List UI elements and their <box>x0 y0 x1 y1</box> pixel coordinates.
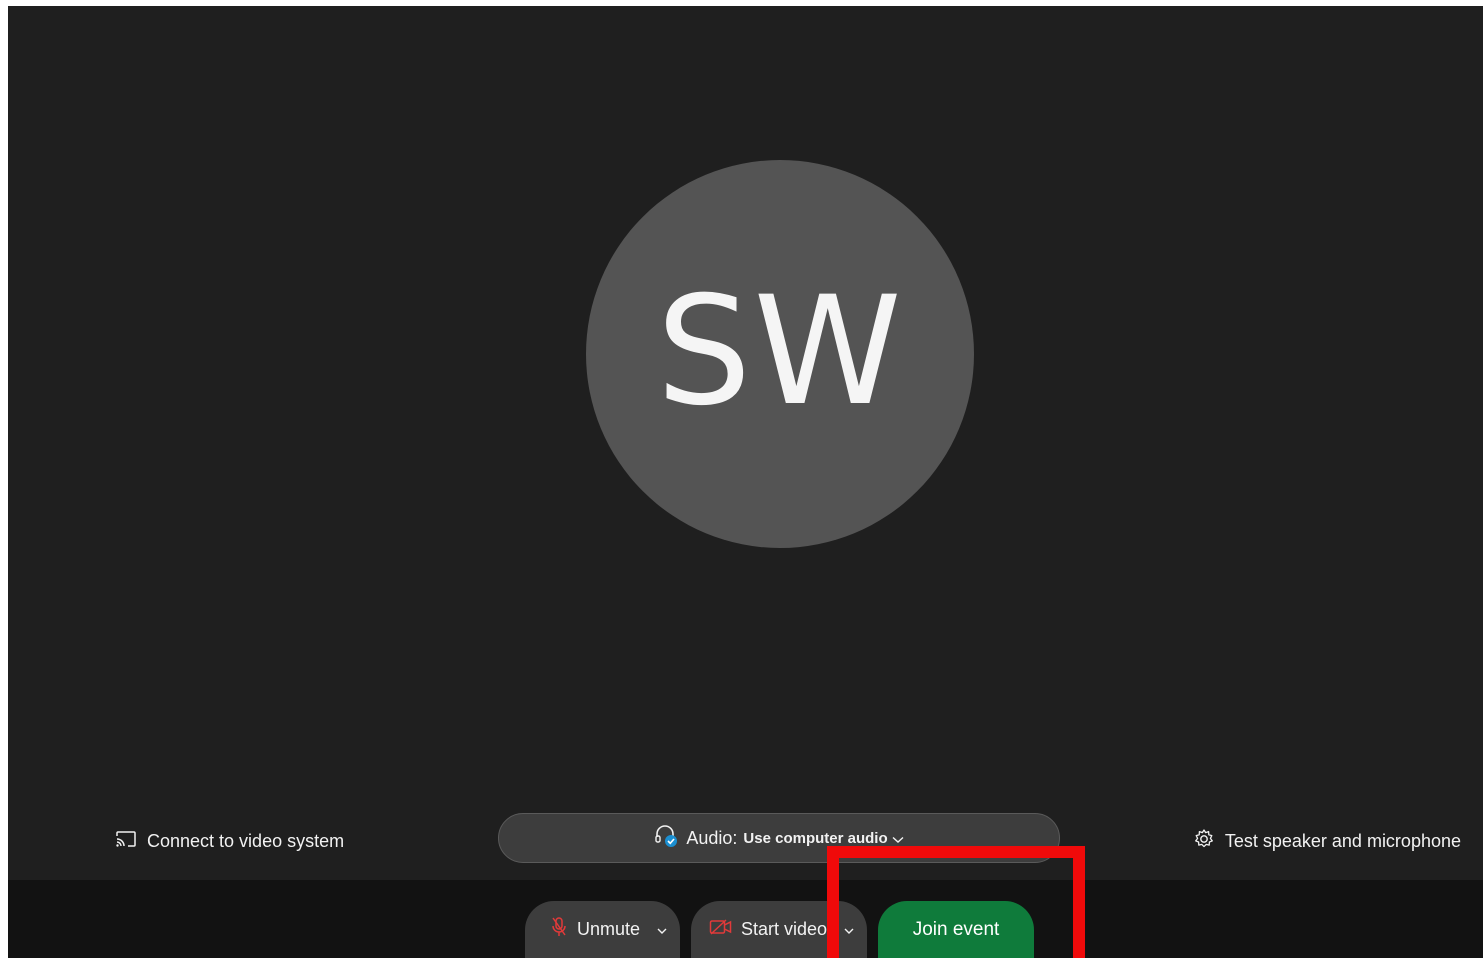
camera-off-icon <box>709 918 733 941</box>
meeting-preview: SW Connect to video system Audio: Use co… <box>8 6 1483 958</box>
connect-video-system-label: Connect to video system <box>147 830 345 851</box>
chevron-down-icon <box>844 919 854 940</box>
audio-value: Use computer audio <box>743 829 888 847</box>
join-event-button[interactable]: Join event <box>878 901 1034 958</box>
test-speaker-microphone-label: Test speaker and microphone <box>1224 830 1461 851</box>
audio-label: Audio: <box>686 827 738 848</box>
connect-video-system-link[interactable]: Connect to video system <box>115 828 344 854</box>
video-control: Start video <box>691 901 867 958</box>
unmute-control: Unmute <box>525 901 680 958</box>
unmute-label: Unmute <box>577 919 641 939</box>
test-speaker-microphone-link[interactable]: Test speaker and microphone <box>1193 828 1461 854</box>
chevron-down-icon <box>892 828 904 849</box>
start-video-label: Start video <box>741 919 828 939</box>
microphone-muted-icon <box>551 916 567 943</box>
start-video-button[interactable]: Start video <box>691 901 827 958</box>
avatar: SW <box>586 160 974 548</box>
audio-selector[interactable]: Audio: Use computer audio <box>498 813 1060 863</box>
avatar-initials: SW <box>656 265 904 439</box>
chevron-down-icon <box>657 919 667 940</box>
microphone-options-dropdown[interactable] <box>652 901 672 958</box>
gear-icon <box>1193 828 1215 855</box>
cast-icon <box>115 830 137 853</box>
video-options-dropdown[interactable] <box>839 901 859 958</box>
headset-check-icon <box>654 824 680 853</box>
unmute-button[interactable]: Unmute <box>525 901 640 958</box>
